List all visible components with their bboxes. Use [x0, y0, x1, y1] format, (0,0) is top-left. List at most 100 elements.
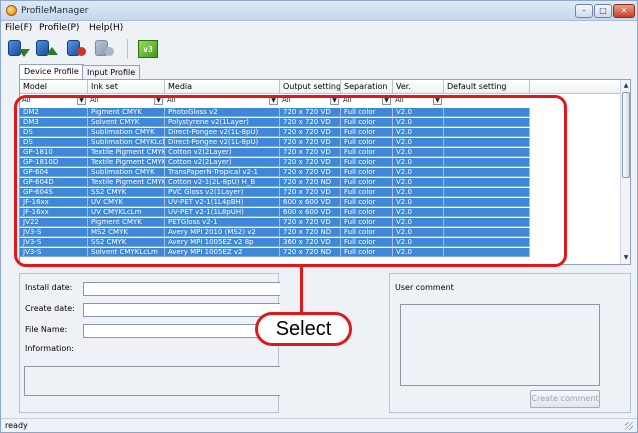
cell-output-setting: 600 x 600 VD — [280, 208, 341, 217]
v3-icon[interactable]: v3 — [135, 37, 159, 61]
cell-model: DS — [20, 138, 88, 147]
cell-version: V2.0 — [393, 238, 444, 247]
cell-version: V2.0 — [393, 138, 444, 147]
chevron-down-icon[interactable]: ▼ — [433, 96, 442, 105]
filter-media[interactable]: All ▼ — [165, 95, 280, 107]
chevron-down-icon[interactable]: ▼ — [154, 96, 163, 105]
create-date-field — [83, 303, 280, 317]
table-row[interactable]: JV22 Pigment CMYK PETGloss v2-1 720 x 720 V… — [20, 218, 620, 227]
cell-media: PhotoGloss v2 — [165, 108, 280, 117]
information-label: Information: — [25, 344, 75, 353]
import-profile-icon[interactable] — [6, 37, 30, 61]
cell-model: JV3-S — [20, 248, 88, 257]
cell-version: V2.0 — [393, 228, 444, 237]
table-row[interactable]: DS Sublimation CMYK Direct-Pongee v2(1L-8p… — [20, 128, 620, 137]
chevron-down-icon[interactable]: ▼ — [77, 96, 86, 105]
delete-profile-icon[interactable] — [93, 37, 117, 61]
column-model[interactable]: Model — [20, 80, 88, 94]
table-row[interactable]: DS Sublimation CMYKLcL... Direct-Pongee v2… — [20, 138, 620, 147]
cell-output-setting: 600 x 600 VD — [280, 198, 341, 207]
table-row[interactable]: JV3-S SS2 CMYK Avery MPI 1005EZ v2 8p 360 x… — [20, 238, 620, 247]
user-comment-field[interactable] — [400, 304, 600, 386]
table-row[interactable]: GP-604S SS2 CMYK PVC Gloss v2(1Layer) 720 x… — [20, 188, 620, 197]
menu-help[interactable]: Help(H) — [89, 23, 123, 33]
cell-separation: Full color — [341, 208, 393, 217]
filter-ink-set-value: All — [90, 96, 99, 104]
filter-separation[interactable]: All ▼ — [341, 95, 393, 107]
cell-media: PETGloss v2-1 — [165, 218, 280, 227]
close-button[interactable]: ✕ — [613, 4, 635, 18]
filter-output-setting[interactable]: All ▼ — [280, 95, 341, 107]
cell-default-setting — [444, 218, 530, 227]
cell-ink-set: Solvent CMYK — [88, 118, 165, 127]
table-row[interactable]: GP-1810 Textile Pigment CMYK Cotton v2(2La… — [20, 148, 620, 157]
cell-model: GP-604S — [20, 188, 88, 197]
install-profile-icon[interactable] — [65, 37, 89, 61]
cell-default-setting — [444, 208, 530, 217]
cell-version: V2.0 — [393, 148, 444, 157]
chevron-down-icon[interactable]: ▼ — [269, 96, 278, 105]
cell-separation: Full color — [341, 218, 393, 227]
cell-default-setting — [444, 228, 530, 237]
list-scrollbar[interactable]: ▲ ▼ — [620, 80, 630, 264]
create-comment-button[interactable]: Create comment — [530, 390, 600, 408]
column-ink-set[interactable]: Ink set — [88, 80, 165, 94]
export-profile-icon[interactable] — [34, 37, 58, 61]
tab-input-profile[interactable]: Input Profile — [82, 65, 141, 80]
cell-ink-set: Sublimation CMYK — [88, 128, 165, 137]
scroll-down-icon[interactable]: ▼ — [621, 253, 630, 263]
table-row[interactable]: GP-1810D Textile Pigment CMYK Cotton v2(2L… — [20, 158, 620, 167]
cell-media: Direct-Pongee v2(1L-8pU) — [165, 138, 280, 147]
table-row[interactable]: JF-16xx UV CMYKLcLm UV-PET v2-1(1L8pUH) 600… — [20, 208, 620, 217]
install-date-field — [83, 282, 280, 296]
table-row[interactable]: DM2 Pigment CMYK PhotoGloss v2 720 x 720 VD… — [20, 108, 620, 117]
minimize-button[interactable]: – — [575, 4, 593, 18]
cell-output-setting: 360 x 720 VD — [280, 238, 341, 247]
filter-output-value: All — [282, 96, 291, 104]
filter-version[interactable]: All ▼ — [393, 95, 444, 107]
table-row[interactable]: JV3-S MS2 CMYK Avery MPI 2010 (MS2) v2 720 … — [20, 228, 620, 237]
cell-output-setting: 720 x 720 VD — [280, 158, 341, 167]
scrollbar-thumb[interactable] — [622, 92, 630, 178]
menu-profile[interactable]: Profile(P) — [39, 23, 79, 33]
maximize-button[interactable]: □ — [594, 4, 612, 18]
menu-file[interactable]: File(F) — [5, 23, 32, 33]
cell-version: V2.0 — [393, 158, 444, 167]
cell-default-setting — [444, 198, 530, 207]
chevron-down-icon[interactable]: ▼ — [382, 96, 391, 105]
column-separation[interactable]: Separation — [341, 80, 393, 94]
column-output-setting[interactable]: Output setting — [280, 80, 341, 94]
window-title: ProfileManager — [21, 6, 89, 16]
column-media[interactable]: Media — [165, 80, 280, 94]
cell-model: GP-604 — [20, 168, 88, 177]
filter-media-value: All — [167, 96, 176, 104]
cell-separation: Full color — [341, 138, 393, 147]
resize-grip[interactable] — [625, 422, 633, 430]
scroll-up-icon[interactable]: ▲ — [621, 81, 630, 91]
chevron-down-icon[interactable]: ▼ — [330, 96, 339, 105]
table-row[interactable]: GP-604 Sublimation CMYK TransPaperN-Tropic… — [20, 168, 620, 177]
table-row[interactable]: JV3-S Solvent CMYKLcLm Avery MPI 1005EZ v2… — [20, 248, 620, 257]
filter-model[interactable]: All ▼ — [20, 95, 88, 107]
cell-ink-set: UV CMYKLcLm — [88, 208, 165, 217]
cell-output-setting: 720 x 720 VD — [280, 168, 341, 177]
cell-output-setting: 720 x 720 VD — [280, 188, 341, 197]
status-bar: ready — [1, 418, 637, 432]
table-row[interactable]: JF-16xx UV CMYK UV-PET v2-1(1L4pBH) 600 x 6… — [20, 198, 620, 207]
cell-media: PVC Gloss v2(1Layer) — [165, 188, 280, 197]
filter-ink-set[interactable]: All ▼ — [88, 95, 165, 107]
cell-separation: Full color — [341, 118, 393, 127]
cell-separation: Full color — [341, 148, 393, 157]
cell-media: Polystyrene v2(1Layer) — [165, 118, 280, 127]
column-version[interactable]: Ver. — [393, 80, 444, 94]
filter-separation-value: All — [343, 96, 352, 104]
column-default-setting[interactable]: Default setting — [444, 80, 530, 94]
tab-device-profile[interactable]: Device Profile — [19, 64, 84, 80]
cell-separation: Full color — [341, 178, 393, 187]
cell-model: JV3-S — [20, 238, 88, 247]
table-row[interactable]: GP-604D Textile Pigment CMYK Cotton v2-1(2… — [20, 178, 620, 187]
table-row[interactable]: DM3 Solvent CMYK Polystyrene v2(1Layer) 720… — [20, 118, 620, 127]
cell-version: V2.0 — [393, 218, 444, 227]
user-comment-label: User comment — [395, 283, 454, 292]
cell-model: GP-1810D — [20, 158, 88, 167]
